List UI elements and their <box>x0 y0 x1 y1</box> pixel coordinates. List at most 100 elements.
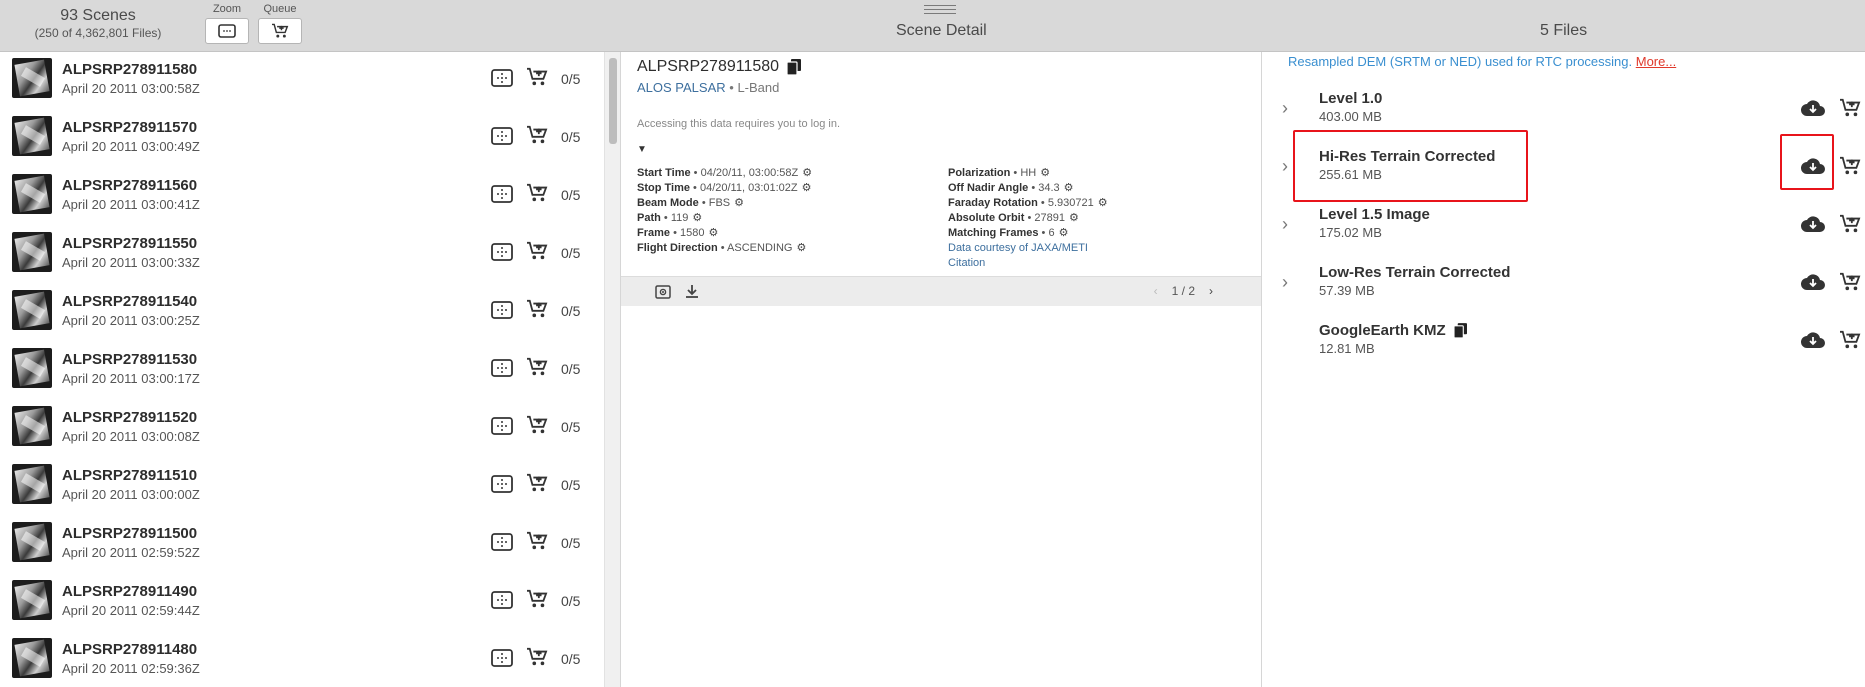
zoom-to-scene-button[interactable] <box>491 243 513 261</box>
download-file-button[interactable] <box>1799 154 1827 178</box>
gear-icon[interactable]: ⚙ <box>796 241 806 256</box>
zoom-to-scene-button[interactable] <box>491 475 513 493</box>
data-courtesy-link[interactable]: Data courtesy of JAXA/METI <box>948 242 1088 254</box>
queued-files-count: 0/5 <box>561 419 581 435</box>
scene-row[interactable]: ALPSRP278911550 April 20 2011 03:00:33Z 0/… <box>0 226 604 284</box>
file-row[interactable]: › Hi-Res Terrain Corrected 255.61 MB <box>1262 140 1865 198</box>
file-row[interactable]: › Low-Res Terrain Corrected 57.39 MB <box>1262 256 1865 314</box>
top-toolbar: 93 Scenes (250 of 4,362,801 Files) Zoom … <box>0 0 1865 52</box>
zoom-to-frame-icon <box>491 649 513 667</box>
zoom-to-scene-button[interactable] <box>491 185 513 203</box>
gear-icon[interactable]: ⚙ <box>1064 181 1074 196</box>
download-file-button[interactable] <box>1799 212 1827 236</box>
zoom-to-scene-button[interactable] <box>491 69 513 87</box>
scene-row[interactable]: ALPSRP278911570 April 20 2011 03:00:49Z 0/… <box>0 110 604 168</box>
file-row[interactable]: › Level 1.0 403.00 MB <box>1262 82 1865 140</box>
chevron-right-icon[interactable]: › <box>1209 284 1213 298</box>
scene-row[interactable]: ALPSRP278911580 April 20 2011 03:00:58Z 0/… <box>0 52 604 110</box>
gear-icon[interactable]: ⚙ <box>692 211 702 226</box>
scene-thumbnail <box>12 638 52 678</box>
scene-row[interactable]: ALPSRP278911540 April 20 2011 03:00:25Z 0/… <box>0 284 604 342</box>
download-icon[interactable] <box>685 284 699 299</box>
zoom-to-scene-button[interactable] <box>491 127 513 145</box>
zoom-all-button[interactable] <box>205 18 249 44</box>
zoom-to-frame-icon <box>218 24 236 38</box>
download-file-button[interactable] <box>1799 270 1827 294</box>
file-row[interactable]: › Level 1.5 Image 175.02 MB <box>1262 198 1865 256</box>
gear-icon[interactable]: ⚙ <box>1040 166 1050 181</box>
scene-list: ALPSRP278911580 April 20 2011 03:00:58Z 0/… <box>0 52 620 687</box>
zoom-to-frame-icon <box>491 243 513 261</box>
chevron-right-icon[interactable]: › <box>1282 214 1288 235</box>
zoom-to-scene-button[interactable] <box>491 533 513 551</box>
metadata-key: Absolute Orbit <box>948 212 1025 224</box>
add-file-to-queue-button[interactable] <box>1837 211 1863 237</box>
chevron-right-icon[interactable]: › <box>1282 156 1288 177</box>
gear-icon[interactable]: ⚙ <box>1059 226 1069 241</box>
metadata-value: 04/20/11, 03:01:02Z <box>699 182 798 194</box>
scene-list-scrollbar[interactable] <box>604 52 620 687</box>
copy-icon[interactable] <box>787 59 802 75</box>
chevron-right-icon[interactable]: › <box>1282 272 1288 293</box>
file-row[interactable]: GoogleEarth KMZ 12.81 MB <box>1262 314 1865 372</box>
add-file-to-queue-button[interactable] <box>1837 327 1863 353</box>
dataset-link[interactable]: ALOS PALSAR <box>637 80 726 95</box>
scene-row[interactable]: ALPSRP278911480 April 20 2011 02:59:36Z 0/… <box>0 632 604 687</box>
files-count: (250 of 4,362,801 Files) <box>34 26 162 40</box>
file-name: Low-Res Terrain Corrected <box>1319 264 1511 281</box>
add-scene-to-queue-button[interactable] <box>526 357 548 377</box>
add-scene-to-queue-button[interactable] <box>526 241 548 261</box>
add-scene-to-queue-button[interactable] <box>526 125 548 145</box>
panel-resize-handle[interactable] <box>924 5 956 17</box>
download-file-button[interactable] <box>1799 328 1827 352</box>
scene-row[interactable]: ALPSRP278911520 April 20 2011 03:00:08Z 0/… <box>0 400 604 458</box>
add-scene-to-queue-button[interactable] <box>526 589 548 609</box>
scene-date: April 20 2011 02:59:36Z <box>62 661 200 676</box>
add-file-to-queue-button[interactable] <box>1837 269 1863 295</box>
zoom-to-scene-button[interactable] <box>491 649 513 667</box>
detail-scene-title: ALPSRP278911580 <box>637 58 802 76</box>
zoom-to-scene-button[interactable] <box>491 417 513 435</box>
gear-icon[interactable]: ⚙ <box>1098 196 1108 211</box>
chevron-left-icon[interactable]: ‹ <box>1154 284 1158 298</box>
add-scene-to-queue-button[interactable] <box>526 67 548 87</box>
scene-row[interactable]: ALPSRP278911530 April 20 2011 03:00:17Z 0/… <box>0 342 604 400</box>
add-scene-to-queue-button[interactable] <box>526 531 548 551</box>
download-file-button[interactable] <box>1799 96 1827 120</box>
citation-link[interactable]: Citation <box>948 257 985 269</box>
add-scene-to-queue-button[interactable] <box>526 415 548 435</box>
copy-icon[interactable] <box>1453 323 1467 338</box>
gear-icon[interactable]: ⚙ <box>802 181 812 196</box>
zoom-to-scene-button[interactable] <box>491 359 513 377</box>
scene-detail-panel: ALPSRP278911580 ALOS PALSAR • L-Band Acc… <box>620 52 1262 687</box>
add-scene-to-queue-button[interactable] <box>526 473 548 493</box>
more-link[interactable]: More... <box>1636 54 1676 69</box>
zoom-to-scene-button[interactable] <box>491 591 513 609</box>
metadata-separator: • <box>720 242 725 254</box>
add-scene-to-queue-button[interactable] <box>526 299 548 319</box>
add-file-to-queue-button[interactable] <box>1837 95 1863 121</box>
metadata-item: Absolute Orbit • 27891 ⚙ <box>948 211 1108 226</box>
metadata-separator: • <box>1031 182 1036 194</box>
chevron-right-icon[interactable]: › <box>1282 98 1288 119</box>
browse-image-icon[interactable] <box>655 285 671 299</box>
scene-row[interactable]: ALPSRP278911490 April 20 2011 02:59:44Z 0/… <box>0 574 604 632</box>
add-to-cart-icon <box>527 241 548 260</box>
scene-row[interactable]: ALPSRP278911560 April 20 2011 03:00:41Z 0/… <box>0 168 604 226</box>
scene-thumbnail <box>12 232 52 272</box>
queue-all-button[interactable] <box>258 18 302 44</box>
scene-row[interactable]: ALPSRP278911510 April 20 2011 03:00:00Z 0/… <box>0 458 604 516</box>
add-scene-to-queue-button[interactable] <box>526 183 548 203</box>
gear-icon[interactable]: ⚙ <box>1069 211 1079 226</box>
scrollbar-thumb[interactable] <box>609 58 617 144</box>
add-file-to-queue-button[interactable] <box>1837 153 1863 179</box>
gear-icon[interactable]: ⚙ <box>709 226 719 241</box>
scene-row[interactable]: ALPSRP278911500 April 20 2011 02:59:52Z 0/… <box>0 516 604 574</box>
metadata-toggle[interactable]: ▼ <box>637 144 647 155</box>
gear-icon[interactable]: ⚙ <box>802 166 812 181</box>
queue-group: Queue <box>258 0 302 44</box>
zoom-to-scene-button[interactable] <box>491 301 513 319</box>
metadata-key: Polarization <box>948 167 1011 179</box>
add-scene-to-queue-button[interactable] <box>526 647 548 667</box>
gear-icon[interactable]: ⚙ <box>734 196 744 211</box>
